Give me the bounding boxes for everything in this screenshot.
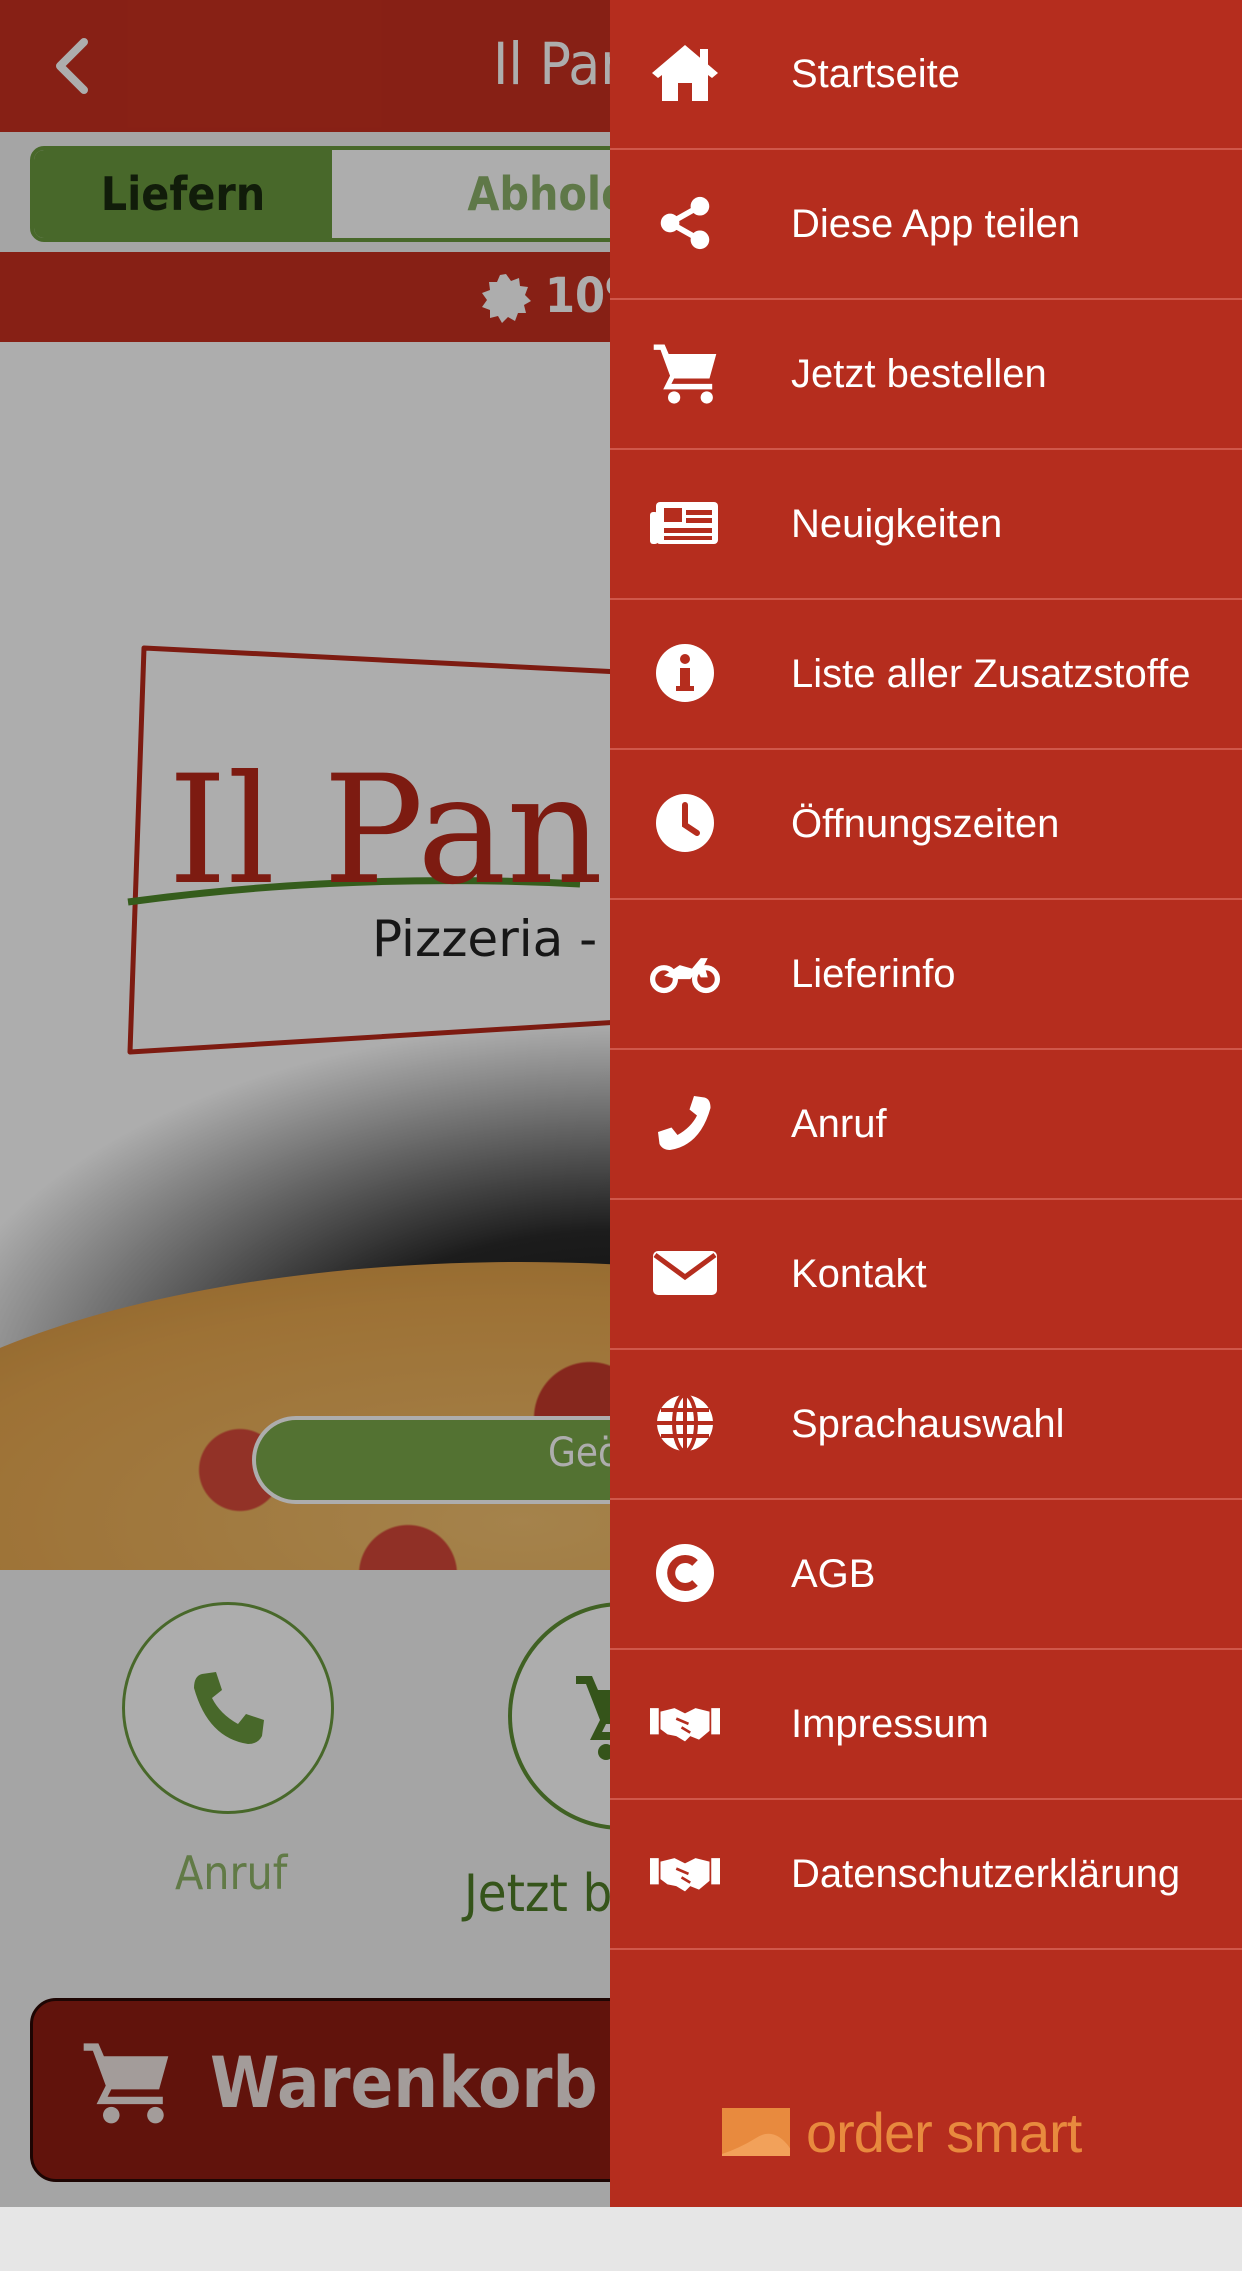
menu-item-privacy[interactable]: Datenschutzerklärung	[610, 1800, 1242, 1950]
menu-item-startseite[interactable]: Startseite	[610, 0, 1242, 150]
menu-item-label: Liste aller Zusatzstoffe	[791, 652, 1191, 696]
menu-item-contact[interactable]: Kontakt	[610, 1200, 1242, 1350]
menu-item-order[interactable]: Jetzt bestellen	[610, 300, 1242, 450]
menu-item-news[interactable]: Neuigkeiten	[610, 450, 1242, 600]
handshake-icon	[650, 1688, 720, 1758]
menu-item-opening-hours[interactable]: Öffnungszeiten	[610, 750, 1242, 900]
side-drawer: Startseite Diese App teilen Jetzt bestel…	[610, 0, 1242, 2207]
menu-item-language[interactable]: Sprachauswahl	[610, 1350, 1242, 1500]
brand-name: order smart	[806, 2101, 1082, 2164]
menu-item-label: Datenschutzerklärung	[791, 1852, 1181, 1896]
menu-item-terms[interactable]: AGB	[610, 1500, 1242, 1650]
menu-item-label: Startseite	[791, 52, 960, 96]
menu-item-label: Sprachauswahl	[791, 1402, 1065, 1446]
menu-item-delivery-info[interactable]: Lieferinfo	[610, 900, 1242, 1050]
share-icon	[650, 188, 720, 258]
globe-icon	[650, 1388, 720, 1458]
menu-item-label: Kontakt	[791, 1252, 927, 1296]
menu-item-label: Jetzt bestellen	[791, 352, 1047, 396]
menu-item-label: Impressum	[791, 1702, 989, 1746]
menu-item-label: Neuigkeiten	[791, 502, 1003, 546]
menu-item-label: Lieferinfo	[791, 952, 956, 996]
phone-icon	[650, 1088, 720, 1158]
menu-item-additives[interactable]: Liste aller Zusatzstoffe	[610, 600, 1242, 750]
home-icon	[650, 38, 720, 108]
info-icon	[650, 638, 720, 708]
menu-item-label: AGB	[791, 1552, 876, 1596]
menu-item-label: Öffnungszeiten	[791, 802, 1060, 846]
handshake-icon	[650, 1838, 720, 1908]
menu-item-call[interactable]: Anruf	[610, 1050, 1242, 1200]
motorcycle-icon	[650, 938, 720, 1008]
menu-item-imprint[interactable]: Impressum	[610, 1650, 1242, 1800]
newspaper-icon	[650, 488, 720, 558]
menu-item-label: Anruf	[791, 1102, 887, 1146]
cart-icon	[650, 338, 720, 408]
envelope-icon	[650, 1238, 720, 1308]
clock-icon	[650, 788, 720, 858]
menu-item-share[interactable]: Diese App teilen	[610, 150, 1242, 300]
menu-item-label: Diese App teilen	[791, 202, 1081, 246]
copyright-icon	[650, 1538, 720, 1608]
